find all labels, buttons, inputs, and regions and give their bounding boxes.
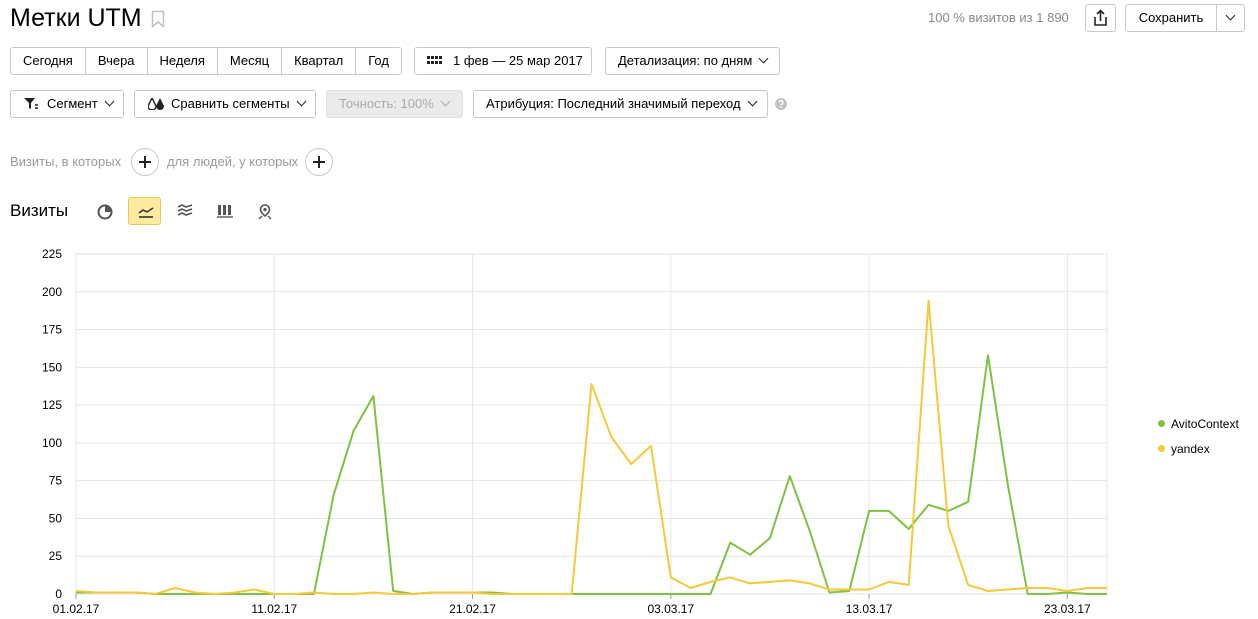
y-tick-label: 150 (42, 360, 62, 374)
export-button[interactable] (1085, 4, 1116, 32)
chevron-down-icon (1225, 10, 1236, 21)
x-tick-label: 23.03.17 (1044, 602, 1091, 616)
period-selector: Сегодня Вчера Неделя Месяц Квартал Год (10, 47, 402, 75)
save-button[interactable]: Сохранить (1125, 4, 1217, 32)
x-tick-label: 01.02.17 (53, 602, 100, 616)
y-tick-label: 50 (49, 511, 63, 525)
share-icon (1094, 9, 1107, 26)
detail-dropdown[interactable]: Детализация: по дням (605, 47, 780, 75)
save-options-button[interactable] (1216, 4, 1245, 32)
period-quarter[interactable]: Квартал (282, 48, 357, 74)
bar-chart-icon (217, 205, 233, 218)
x-tick-label: 03.03.17 (647, 602, 694, 616)
legend-dot-icon (1158, 420, 1165, 427)
x-tick-label: 13.03.17 (846, 602, 893, 616)
legend-label: yandex (1171, 442, 1210, 456)
period-week[interactable]: Неделя (148, 48, 218, 74)
pie-chart-icon (97, 204, 113, 220)
chart-type-bar[interactable] (208, 197, 241, 225)
date-range-text: 1 фев — 25 мар 2017 (453, 53, 583, 68)
chart-type-area[interactable] (168, 197, 201, 225)
y-tick-label: 25 (49, 549, 63, 563)
x-tick-label: 11.02.17 (251, 602, 297, 616)
bookmark-icon[interactable] (151, 10, 165, 28)
visits-percentage: 100 % визитов из 1 890 (928, 10, 1069, 25)
y-tick-label: 125 (42, 398, 62, 412)
compare-segments-button[interactable]: Сравнить сегменты (134, 90, 316, 118)
accuracy-dropdown: Точность: 100% (326, 90, 463, 118)
calendar-icon (427, 56, 442, 64)
people-condition-label: для людей, у которых (167, 154, 299, 169)
chevron-down-icon (440, 96, 451, 107)
attribution-dropdown[interactable]: Атрибуция: Последний значимый переход (473, 90, 768, 118)
chevron-down-icon (104, 96, 115, 107)
period-today[interactable]: Сегодня (11, 48, 86, 74)
page-title: Метки UTM (10, 4, 142, 32)
plot-frame (75, 253, 1108, 595)
y-tick-label: 0 (55, 587, 62, 601)
period-year[interactable]: Год (356, 48, 401, 74)
y-tick-label: 225 (42, 247, 62, 261)
legend-label: AvitoContext (1171, 417, 1239, 431)
legend-item-yandex[interactable]: yandex (1158, 442, 1210, 456)
detail-label: Детализация: по дням (618, 53, 753, 68)
chart-type-map[interactable] (248, 197, 281, 225)
segment-label: Сегмент (47, 96, 98, 111)
map-pin-icon (258, 204, 272, 220)
y-tick-label: 100 (42, 436, 62, 450)
x-tick-label: 21.02.17 (449, 602, 496, 616)
chart-type-pie[interactable] (88, 197, 121, 225)
help-icon[interactable] (775, 98, 787, 110)
series-line-yandex (75, 299, 1107, 595)
y-tick-label: 175 (42, 323, 62, 337)
period-yesterday[interactable]: Вчера (86, 48, 148, 74)
filter-icon (24, 98, 38, 109)
legend-dot-icon (1158, 445, 1165, 452)
chart-section-title: Визиты (10, 201, 69, 220)
legend-item-avito[interactable]: AvitoContext (1158, 417, 1239, 431)
chart-type-line[interactable] (128, 197, 161, 225)
add-visit-condition-button[interactable] (131, 148, 159, 176)
segment-button[interactable]: Сегмент (10, 90, 124, 118)
accuracy-label: Точность: 100% (339, 96, 434, 111)
compare-icon (148, 98, 164, 110)
y-tick-label: 200 (42, 285, 62, 299)
line-chart-icon (138, 207, 154, 218)
attribution-label: Атрибуция: Последний значимый переход (486, 96, 741, 111)
add-people-condition-button[interactable] (305, 148, 333, 176)
date-range-button[interactable]: 1 фев — 25 мар 2017 (414, 47, 592, 75)
area-chart-icon (177, 204, 193, 216)
compare-label: Сравнить сегменты (171, 96, 290, 111)
chevron-down-icon (758, 53, 769, 64)
period-month[interactable]: Месяц (218, 48, 283, 74)
chevron-down-icon (747, 96, 758, 107)
visits-condition-label: Визиты, в которых (10, 154, 122, 169)
y-tick-label: 75 (49, 474, 63, 488)
chevron-down-icon (296, 96, 307, 107)
visits-line-chart: 0 25 50 75 100 125 150 175 200 225 01.02.17 11.02.1… (42, 247, 1108, 616)
